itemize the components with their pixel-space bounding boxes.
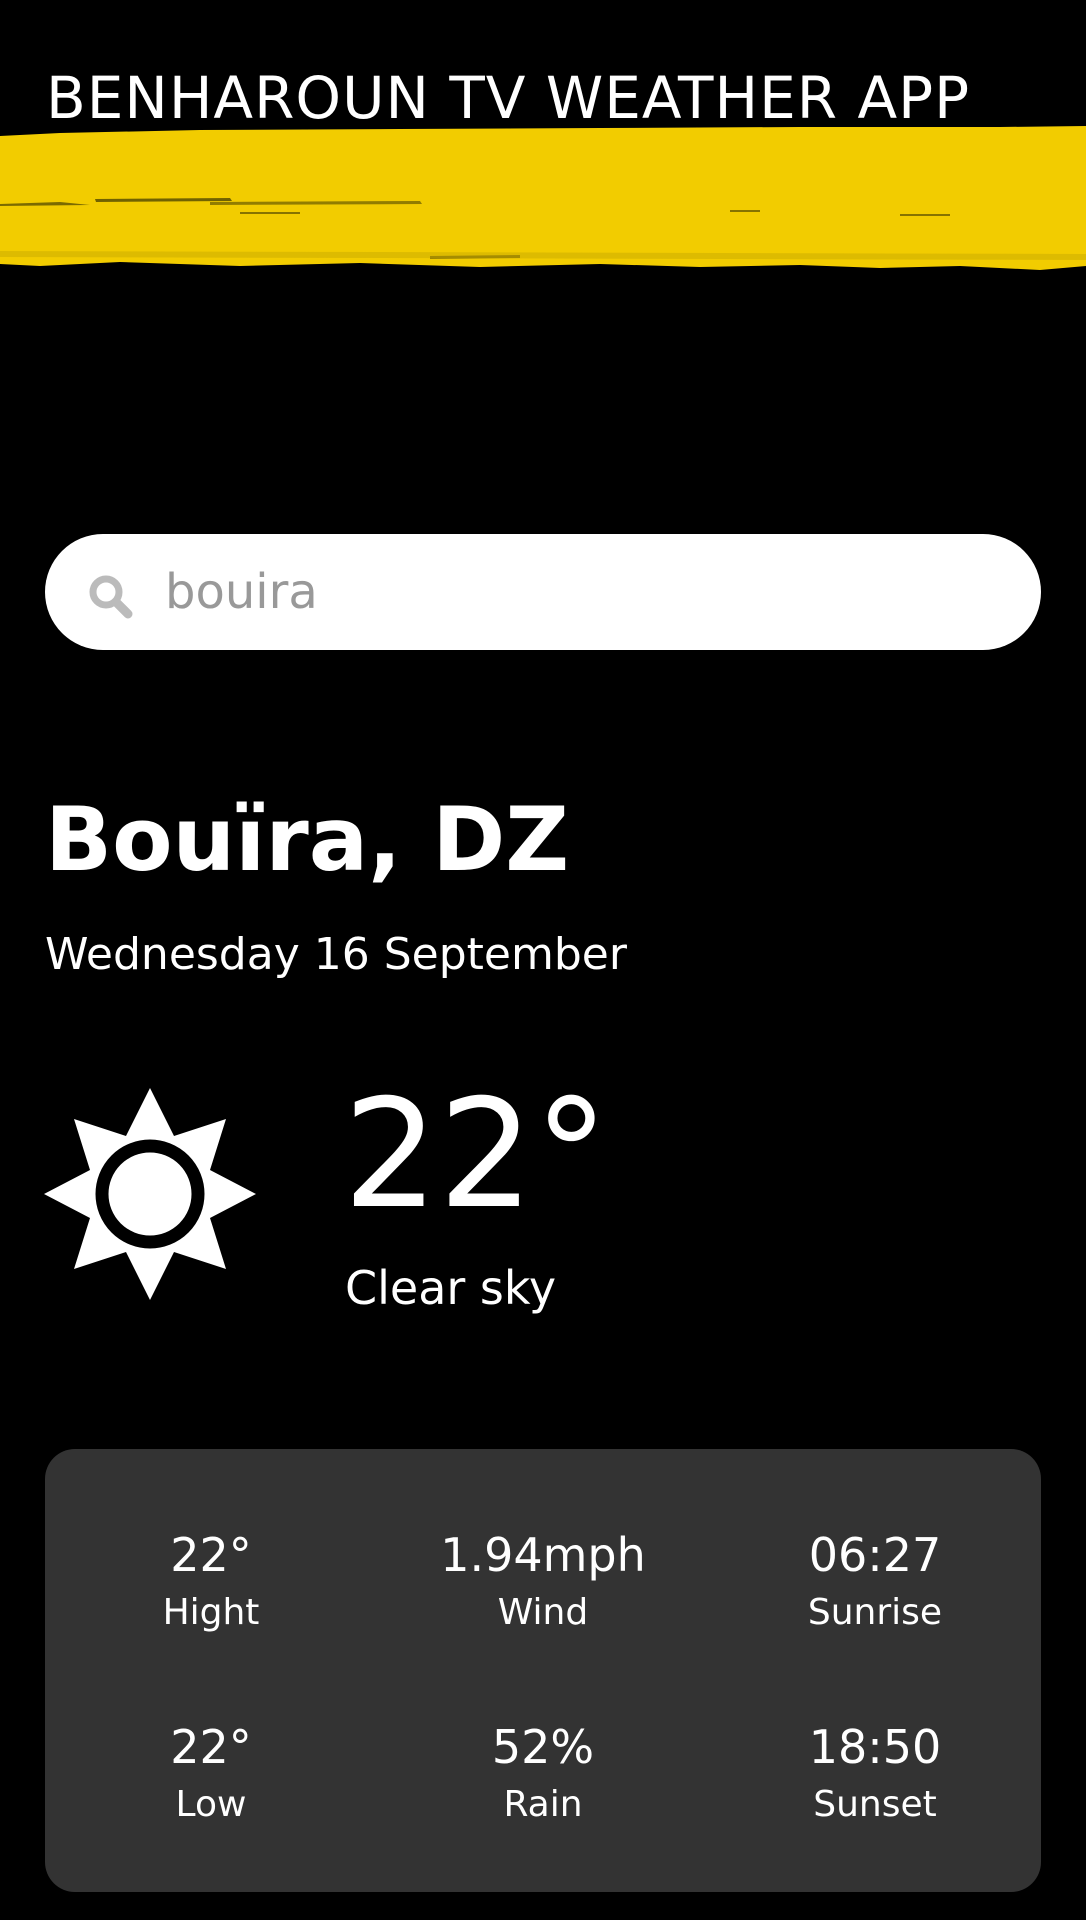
weather-condition: Clear sky [345,1261,557,1315]
sun-icon [44,1088,256,1300]
stat-label: Hight [162,1592,260,1633]
stat-low: 22° Low [61,1717,361,1829]
stat-label: Low [175,1784,247,1825]
stat-label: Wind [497,1592,589,1633]
city-name: Bouïra, DZ [45,788,570,891]
stat-sunset: 18:50 Sunset [725,1717,1025,1829]
stat-label: Rain [503,1784,583,1825]
stat-sunrise: 06:27 Sunrise [725,1525,1025,1637]
stat-label: Sunrise [807,1592,943,1633]
current-temperature: 22° [343,1068,609,1242]
app-title: BENHAROUN TV WEATHER APP [46,64,971,132]
stat-value: 06:27 [808,1528,942,1582]
weather-stats-panel: 22° Hight 1.94mph Wind 06:27 Sunrise 22°… [45,1449,1041,1892]
stat-label: Sunset [813,1784,937,1825]
stat-value: 18:50 [808,1720,942,1774]
current-date: Wednesday 16 September [45,929,627,980]
stat-value: 52% [491,1720,595,1774]
stat-rain: 52% Rain [393,1717,693,1829]
search-input[interactable] [165,549,1005,635]
stat-value: 22° [170,1528,252,1582]
search-icon[interactable] [86,572,134,620]
stat-value: 1.94mph [440,1528,646,1582]
stat-value: 22° [170,1720,252,1774]
yellow-brush-stripe [0,126,1086,270]
stat-high: 22° Hight [61,1525,361,1637]
stat-wind: 1.94mph Wind [393,1525,693,1637]
